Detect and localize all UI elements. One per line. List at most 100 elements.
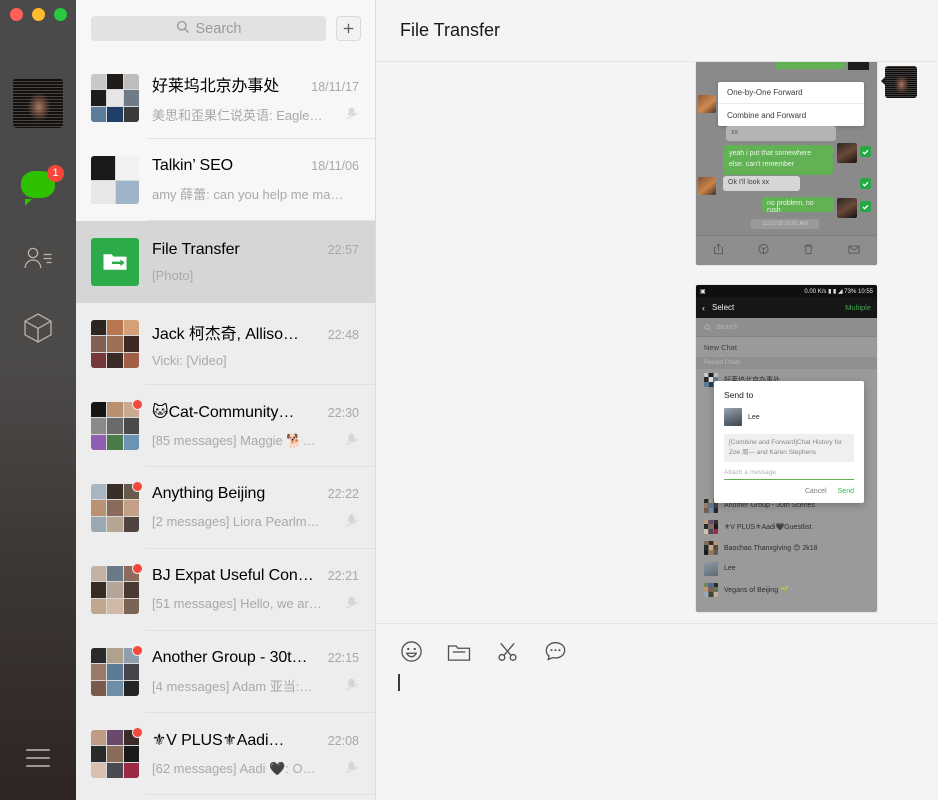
compose-area [376,623,938,800]
row-top: Anything Beijing 22:22 [152,485,359,503]
avatar-wrap [91,238,139,286]
chat-preview: Vicki: [Video] [152,353,227,368]
avatar-wrap [91,399,143,450]
chat-title: 好莱坞北京办事处 [152,78,280,95]
minimize-window-button[interactable] [32,8,45,21]
s2-item-label: ⚜V PLUS⚜Aadi🖤Guestlist [724,523,812,531]
mail-icon[interactable] [848,242,860,260]
chat-list-item-5[interactable]: Anything Beijing 22:22 [2 messages] Lior… [76,467,375,549]
sidebar-item-contacts[interactable] [0,235,76,281]
chat-list-item-6[interactable]: BJ Expat Useful Con… 22:21 [51 messages]… [76,549,375,631]
maximize-window-button[interactable] [54,8,67,21]
conversation-panel: File Transfer One-by-One Forward Combine… [376,0,938,800]
sidebar-item-chats[interactable]: 1 [0,163,76,209]
row-top: File Transfer 22:57 [152,241,359,259]
chat-list-item-4[interactable]: 🐱Cat-Community… 22:30 [85 messages] Magg… [76,385,375,467]
dialog-recipient: Lee [724,408,854,426]
emoji-icon[interactable] [398,638,424,664]
unread-dot [132,563,143,574]
chat-history-icon[interactable] [542,638,568,664]
chat-list-item-file-transfer[interactable]: File Transfer 22:57 [Photo] [76,221,375,303]
chat-time: 18/11/17 [311,80,359,94]
s2-battery: 73% [844,288,857,295]
search-input[interactable]: Search [91,16,326,41]
s2-nav-multiple-button[interactable]: Multiple [845,303,871,312]
cancel-button[interactable]: Cancel [805,488,827,495]
row-bottom: 美思和歪果仁说英语: Eagle… [152,105,359,124]
avatar [704,519,718,534]
chat-list-item-7[interactable]: Another Group - 30t… 22:15 [4 messages] … [76,631,375,713]
s2-list-item-4[interactable]: Lee [696,558,877,579]
message-image-send-to-dialog[interactable]: ▣ 0.00 K/s ▮ ▮ ◢ 73% 10:55 ‹ Select Mult… [696,285,877,612]
menu-item-combine-and-forward[interactable]: Combine and Forward [718,104,864,126]
unread-badge: 1 [47,165,64,182]
dialog-message-input[interactable]: Attach a message [724,469,854,481]
s1-top-avatar [848,62,869,70]
s2-list-item-3[interactable]: Baochao Thanxgiving 😊 2k18 [696,537,877,558]
send-to-dialog[interactable]: Send to Lee [Combine and Forward]Chat Hi… [714,381,864,504]
chat-preview: [Photo] [152,268,194,283]
compose-toolbar [376,624,938,664]
favorite-icon[interactable] [758,242,769,260]
avatar [91,402,139,450]
trash-icon[interactable] [803,242,814,260]
close-window-button[interactable] [10,8,23,21]
message-area[interactable]: One-by-One Forward Combine and Forward x… [376,62,938,623]
share-icon[interactable] [713,242,724,260]
s1-bubble-right-1: yeah i put that somewhere else. can't re… [723,145,833,175]
chat-list-item-1[interactable]: Talkin’ SEO 18/11/06 amy 薛蕾: can you hel… [76,139,375,221]
dialog-title: Send to [724,390,754,400]
s2-status-right: 0.00 K/s ▮ ▮ ◢ 73% 10:55 [804,288,873,295]
s2-item-label: Another Group - 30th Scenes [724,502,816,509]
chat-time: 22:30 [327,406,359,420]
chat-list-item-8[interactable]: ⚜V PLUS⚜Aadi… 22:08 [62 messages] Aadi 🖤… [76,713,375,795]
forward-context-menu[interactable]: One-by-One Forward Combine and Forward [718,82,864,126]
s2-search-input[interactable]: Search [696,318,877,337]
chat-preview: [85 messages] Maggie 🐕… [152,432,316,448]
s2-status-bar: ▣ 0.00 K/s ▮ ▮ ◢ 73% 10:55 [696,285,877,297]
message-input[interactable] [376,664,938,800]
message-image-forward-menu[interactable]: One-by-One Forward Combine and Forward x… [696,62,877,265]
s2-list-item-2[interactable]: ⚜V PLUS⚜Aadi🖤Guestlist [696,516,877,537]
row-text: File Transfer 22:57 [Photo] [152,241,359,283]
s1-timestamp: 11/11/18 12:01 AM [751,219,819,229]
row-top: ⚜V PLUS⚜Aadi… 22:08 [152,730,359,750]
avatar-image [13,78,63,128]
sidebar-item-menu[interactable] [0,735,76,781]
add-chat-button[interactable] [336,16,361,41]
s1-action-toolbar[interactable] [696,235,877,265]
text-caret [398,674,400,691]
scissors-icon[interactable] [494,638,520,664]
row-bottom: Vicki: [Video] [152,353,359,368]
row-bottom: amy 薛蕾: can you help me ma… [152,184,359,203]
row-text: ⚜V PLUS⚜Aadi… 22:08 [62 messages] Aadi 🖤… [152,730,359,778]
s2-network-speed: 0.00 K/s [804,288,827,295]
hamburger-menu-icon [26,749,50,767]
avatar-wrap [91,320,139,368]
menu-item-one-by-one-forward[interactable]: One-by-One Forward [718,82,864,104]
user-avatar[interactable] [13,78,63,128]
chat-list-item-0[interactable]: 好莱坞北京办事处 18/11/17 美思和歪果仁说英语: Eagle… [76,57,375,139]
row-text: Anything Beijing 22:22 [2 messages] Lior… [152,485,359,531]
s2-nav-title: Select [712,303,735,312]
s2-signal-icon: ▮ ▮ ◢ [828,288,845,295]
chat-preview: [51 messages] Hello, we ar… [152,596,322,611]
sidebar-item-discover[interactable] [0,305,76,351]
message-sender-avatar[interactable] [885,66,917,98]
chat-title: Talkin’ SEO [152,157,234,174]
folder-icon[interactable] [446,638,472,664]
dialog-actions: Cancel Send [724,488,854,495]
chat-time: 22:08 [327,734,359,748]
s1-bubble-right-2: no problem, no rush [762,197,834,214]
row-text: 🐱Cat-Community… 22:30 [85 messages] Magg… [152,402,359,450]
send-button[interactable]: Send [838,488,854,495]
chat-list[interactable]: 好莱坞北京办事处 18/11/17 美思和歪果仁说英语: Eagle… Talk… [76,57,375,800]
unread-dot [132,481,143,492]
chat-time: 18/11/06 [311,159,359,173]
chat-title: ⚜V PLUS⚜Aadi… [152,732,285,749]
chevron-left-icon[interactable]: ‹ [702,303,705,313]
s2-list-item-5[interactable]: Vegans of Beijing 🌱 [696,579,877,600]
chat-list-item-3[interactable]: Jack 柯杰奇, Alliso… 22:48 Vicki: [Video] [76,303,375,385]
s2-new-chat-item[interactable]: New Chat [696,337,877,357]
unread-dot [132,727,143,738]
